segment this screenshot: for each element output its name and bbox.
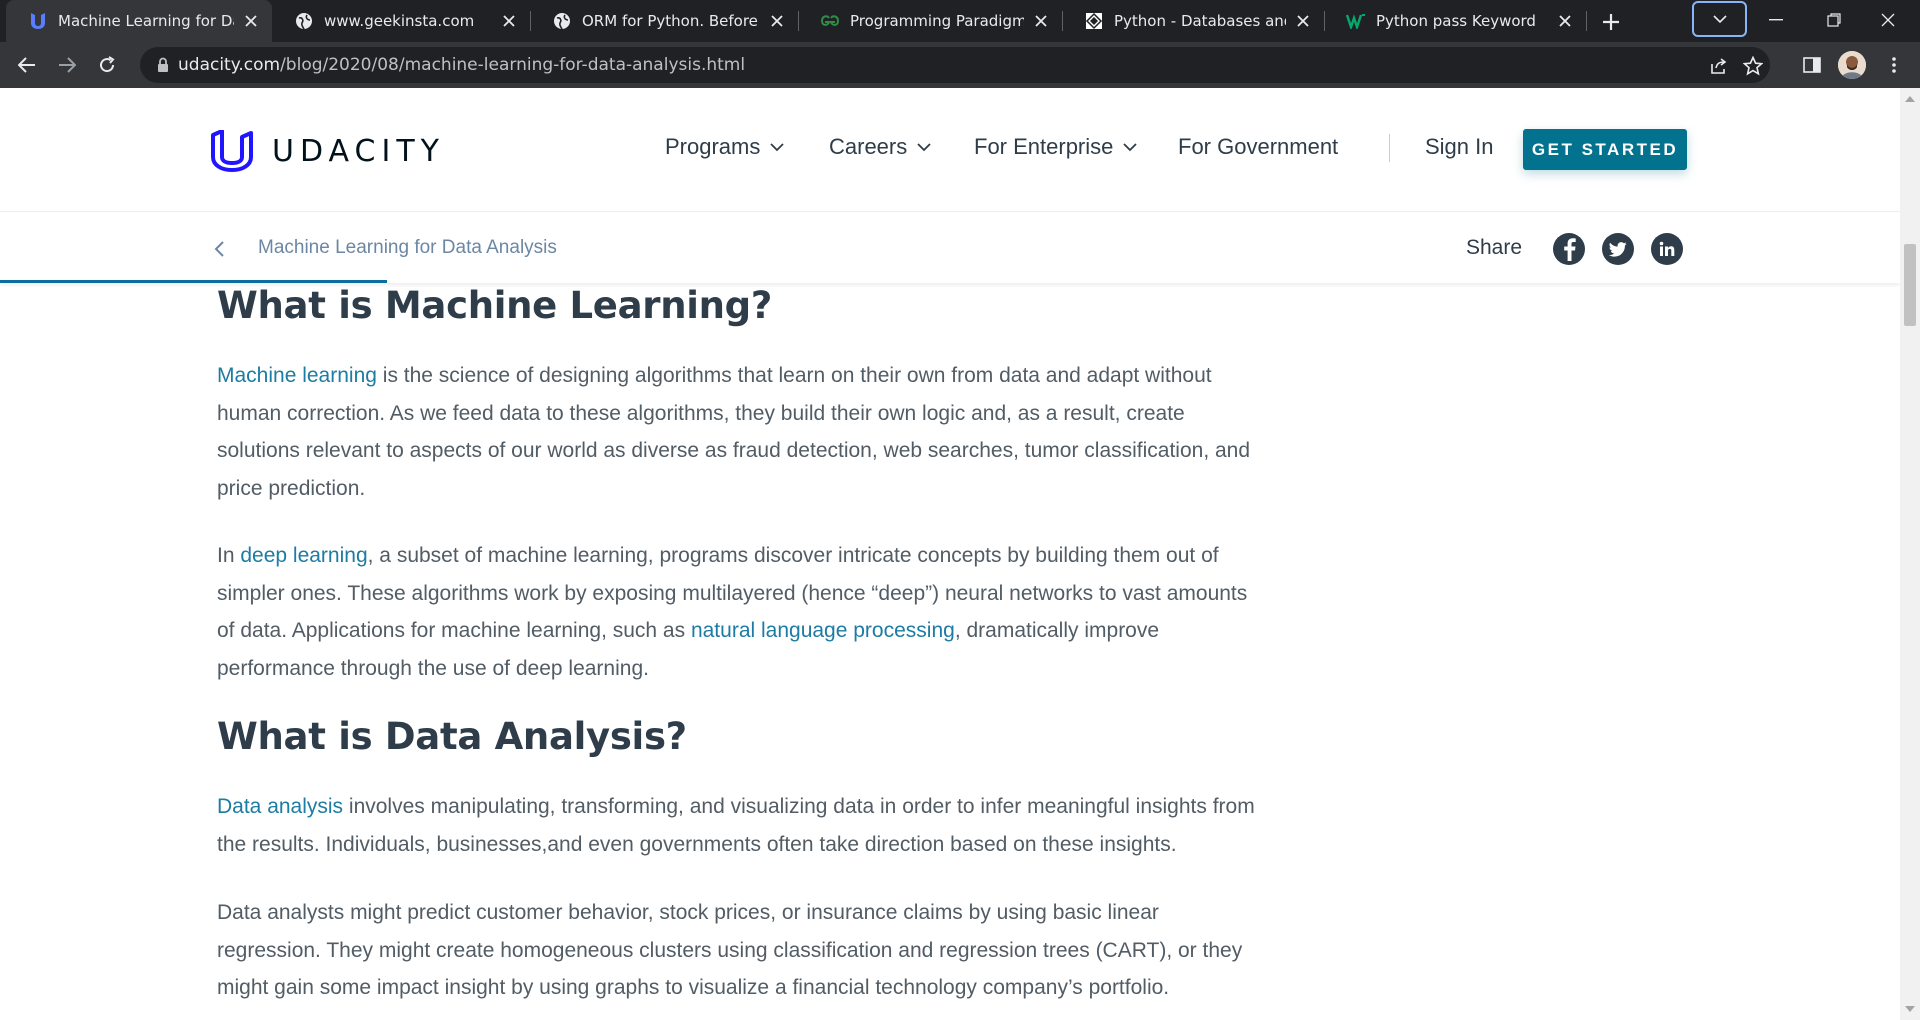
article-subbar: Machine Learning for Data Analysis Share <box>0 213 1900 283</box>
browser-toolbar: udacity.com/blog/2020/08/machine-learnin… <box>0 42 1920 88</box>
globe-icon <box>552 11 572 31</box>
link-deep-learning[interactable]: deep learning <box>240 544 367 567</box>
paragraph-data-analysis: Data analysis involves manipulating, tra… <box>217 795 1255 856</box>
scroll-up-arrow-icon[interactable] <box>1905 96 1915 102</box>
forward-button[interactable] <box>51 49 83 81</box>
address-bar[interactable]: udacity.com/blog/2020/08/machine-learnin… <box>140 47 1770 83</box>
facebook-share-button[interactable] <box>1553 233 1585 265</box>
heading-data-analysis: What is Data Analysis? <box>217 715 687 758</box>
minimize-icon <box>1769 19 1783 21</box>
link-machine-learning[interactable]: Machine learning <box>217 364 377 387</box>
link-data-analysis[interactable]: Data analysis <box>217 795 343 818</box>
url-text: udacity.com/blog/2020/08/machine-learnin… <box>178 55 745 75</box>
share-label: Share <box>1466 236 1523 259</box>
logo-wordmark: UDACITY <box>272 133 445 169</box>
minimize-button[interactable] <box>1756 4 1796 36</box>
tutorialspoint-icon <box>1084 11 1104 31</box>
more-options-icon[interactable] <box>1880 51 1908 79</box>
udacity-logo-icon <box>211 130 253 172</box>
close-icon <box>1881 13 1895 27</box>
tab-programming-paradigms[interactable]: Programming Paradigms in Python <box>798 6 1062 36</box>
page-scrollbar[interactable] <box>1900 88 1920 1020</box>
sign-in-link[interactable]: Sign In <box>1425 134 1494 160</box>
tab-python-pass-keyword[interactable]: Python pass Keyword <box>1324 6 1586 36</box>
breadcrumb[interactable]: Machine Learning for Data Analysis <box>258 237 557 259</box>
url-host: udacity.com <box>178 55 281 75</box>
close-tab-icon[interactable] <box>768 12 786 30</box>
scroll-down-arrow-icon[interactable] <box>1905 1006 1915 1012</box>
twitter-share-button[interactable] <box>1602 233 1634 265</box>
tab-title: Python - Databases and SQL <box>1114 12 1286 30</box>
chevron-down-icon <box>1123 142 1138 151</box>
tab-title: Python pass Keyword <box>1376 12 1536 30</box>
udacity-logo[interactable]: UDACITY <box>210 130 445 172</box>
w3schools-icon <box>1346 11 1366 31</box>
url-path: /blog/2020/08/machine-learning-for-data-… <box>280 55 746 75</box>
reload-button[interactable] <box>91 49 123 81</box>
tab-machine-learning[interactable]: Machine Learning for Data Analysis | Uda… <box>6 0 272 42</box>
nav-for-enterprise[interactable]: For Enterprise <box>974 134 1138 160</box>
tab-title: www.geekinsta.com <box>324 12 475 30</box>
close-tab-icon[interactable] <box>242 12 260 30</box>
arrow-right-icon <box>59 57 76 73</box>
close-tab-icon[interactable] <box>500 12 518 30</box>
share-page-icon[interactable] <box>1708 55 1730 77</box>
browser-tab-strip: Machine Learning for Data Analysis | Uda… <box>0 0 1920 42</box>
page-viewport: What is Machine Learning? Machine learni… <box>0 88 1900 1020</box>
nav-for-government[interactable]: For Government <box>1178 134 1338 160</box>
facebook-icon <box>1564 238 1576 261</box>
paragraph-deep-learning: In deep learning, a subset of machine le… <box>217 544 1248 681</box>
tab-python-databases[interactable]: Python - Databases and SQL <box>1062 6 1324 36</box>
restore-icon <box>1827 13 1841 27</box>
avatar[interactable] <box>1838 51 1866 79</box>
bookmark-star-icon[interactable] <box>1742 55 1764 77</box>
nav-divider <box>1389 134 1390 162</box>
chevron-down-icon <box>1712 15 1727 23</box>
reading-progress-bar <box>0 280 387 283</box>
geeksforgeeks-icon <box>820 11 840 31</box>
tab-title: ORM for Python. Before giving an ... <box>582 12 760 30</box>
restore-button[interactable] <box>1814 4 1854 36</box>
back-button[interactable] <box>11 49 43 81</box>
linkedin-icon <box>1659 241 1675 256</box>
paragraph-ml-definition: Machine learning is the science of desig… <box>217 364 1251 501</box>
side-panel-icon[interactable] <box>1798 51 1826 79</box>
globe-icon <box>294 11 314 31</box>
tab-title: Programming Paradigms in Python <box>850 12 1024 30</box>
paragraph-data-analysts: Data analysts might predict customer beh… <box>217 901 1243 1000</box>
tab-title: Machine Learning for Data Analysis | Uda… <box>58 12 234 30</box>
nav-careers[interactable]: Careers <box>829 134 931 160</box>
scrollbar-thumb[interactable] <box>1904 244 1916 326</box>
nav-programs[interactable]: Programs <box>665 134 784 160</box>
close-tab-icon[interactable] <box>1032 12 1050 30</box>
twitter-icon <box>1609 241 1627 257</box>
chevron-down-icon <box>917 142 931 151</box>
close-window-button[interactable] <box>1868 4 1908 36</box>
lock-icon <box>158 57 168 72</box>
heading-machine-learning: What is Machine Learning? <box>217 284 773 327</box>
udacity-icon <box>28 11 48 31</box>
arrow-left-icon <box>18 57 35 73</box>
close-tab-icon[interactable] <box>1556 12 1574 30</box>
new-tab-button[interactable] <box>1598 9 1624 35</box>
chevron-left-icon[interactable] <box>212 240 228 258</box>
linkedin-share-button[interactable] <box>1651 233 1683 265</box>
tab-search-button[interactable] <box>1692 1 1747 37</box>
site-header: UDACITY Programs Careers For Enterprise … <box>0 88 1900 212</box>
link-natural-language-processing[interactable]: natural language processing <box>691 619 955 642</box>
tab-geekinsta[interactable]: www.geekinsta.com <box>272 6 530 36</box>
chevron-down-icon <box>770 142 784 151</box>
reload-icon <box>100 56 115 73</box>
tab-orm-python[interactable]: ORM for Python. Before giving an ... <box>530 6 798 36</box>
close-tab-icon[interactable] <box>1294 12 1312 30</box>
plus-icon <box>1603 14 1619 30</box>
get-started-button[interactable]: GET STARTED <box>1523 129 1687 170</box>
